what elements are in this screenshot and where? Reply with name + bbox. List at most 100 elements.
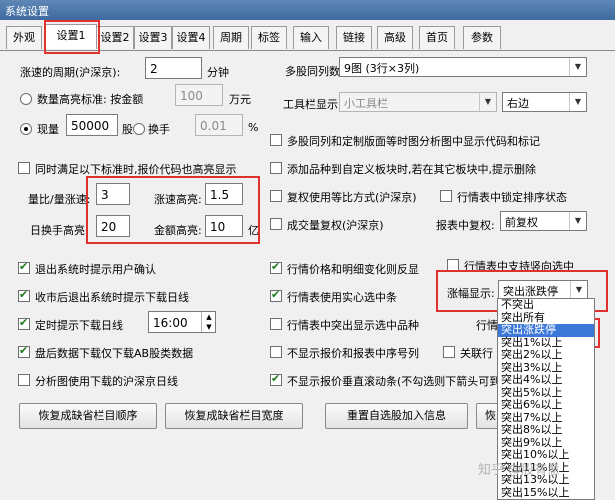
timed-download-label: 定时提示下载日线 bbox=[35, 319, 123, 332]
vertical-select-label: 行情表中支持竖向选中 bbox=[464, 260, 574, 273]
timed-download-check[interactable] bbox=[18, 316, 30, 330]
both-check-label: 同时满足以下标准时,报价代码也高亮显示 bbox=[35, 163, 237, 176]
spin-down-icon[interactable]: ▼ bbox=[201, 322, 216, 332]
exit-confirm-check[interactable] bbox=[18, 260, 30, 274]
tab-input[interactable]: 输入 bbox=[293, 26, 329, 49]
toolbar-position-select[interactable]: 右边 ▼ bbox=[502, 92, 587, 112]
volume-restore-check[interactable] bbox=[270, 218, 282, 230]
hand-radio[interactable] bbox=[20, 123, 32, 135]
dropdown-option[interactable]: 突出6%以上 bbox=[498, 398, 594, 412]
toolbar-select-value: 小工具栏 bbox=[344, 97, 388, 110]
amount-label: 金额高亮: bbox=[154, 224, 202, 237]
restore-ratio-check[interactable] bbox=[270, 190, 282, 202]
related-check[interactable] bbox=[443, 346, 455, 358]
period-label: 涨速的周期(沪深京): bbox=[20, 66, 121, 79]
hide-scroll-check[interactable] bbox=[270, 372, 282, 386]
amount-input[interactable]: 10 bbox=[205, 215, 243, 237]
period-input[interactable]: 2 bbox=[145, 57, 202, 79]
turnover-unit: % bbox=[248, 121, 259, 134]
hand-radio-label: 现量 bbox=[37, 123, 59, 136]
tab-link[interactable]: 链接 bbox=[336, 26, 372, 49]
price-color-check[interactable] bbox=[270, 260, 282, 274]
change-select-value: 突出涨跌停 bbox=[503, 285, 558, 298]
dropdown-option[interactable]: 突出2%以上 bbox=[498, 348, 594, 362]
close-download-label: 收市后退出系统时提示下载日线 bbox=[35, 291, 189, 304]
hand-input[interactable]: 50000 bbox=[66, 114, 118, 136]
chevron-down-icon: ▼ bbox=[569, 212, 586, 230]
report-restore-label: 报表中复权: bbox=[436, 219, 495, 232]
dropdown-option-selected[interactable]: 突出涨跌停 bbox=[498, 323, 594, 337]
change-select[interactable]: 突出涨跌停 ▼ bbox=[498, 280, 588, 300]
add-block-check[interactable] bbox=[270, 162, 282, 174]
period-unit: 分钟 bbox=[207, 66, 229, 79]
tab-settings1[interactable]: 设置1 bbox=[45, 24, 97, 49]
close-download-check[interactable] bbox=[18, 288, 30, 302]
timed-time-value: 16:00 bbox=[153, 316, 188, 330]
tab-advanced[interactable]: 高级 bbox=[377, 26, 413, 49]
hide-quote-check[interactable] bbox=[270, 346, 282, 358]
toolbar-position-value: 右边 bbox=[507, 97, 529, 110]
tab-period[interactable]: 周期 bbox=[213, 26, 249, 49]
dropdown-option[interactable]: 突出15%以上 bbox=[498, 486, 594, 500]
reset-watchlist-button[interactable]: 重置自选股加入信息 bbox=[325, 403, 468, 429]
volume-radio-label: 数量高亮标准: 按金额 bbox=[37, 93, 144, 106]
post-download-check[interactable] bbox=[18, 344, 30, 358]
chevron-down-icon: ▼ bbox=[569, 58, 586, 76]
tab-settings4[interactable]: 设置4 bbox=[172, 26, 210, 49]
window-title: 系统设置 bbox=[5, 5, 49, 18]
chevron-down-icon: ▼ bbox=[479, 93, 496, 111]
solid-select-label: 行情表使用实心选中条 bbox=[287, 291, 397, 304]
toolbar-label: 工具栏显示: bbox=[283, 98, 342, 111]
amount-unit: 亿 bbox=[248, 224, 259, 237]
tab-appearance[interactable]: 外观 bbox=[6, 26, 42, 49]
hand-unit: 股 bbox=[122, 123, 133, 136]
dropdown-option[interactable]: 不突出 bbox=[498, 299, 594, 312]
analysis-download-label: 分析图使用下载的沪深京日线 bbox=[35, 375, 178, 388]
both-check[interactable] bbox=[18, 162, 30, 174]
show-code-check[interactable] bbox=[270, 134, 282, 146]
chevron-down-icon: ▼ bbox=[569, 93, 586, 111]
hide-quote-label: 不显示报价和报表中序号列 bbox=[287, 347, 419, 360]
related-label: 关联行 bbox=[460, 347, 493, 360]
post-download-label: 盘后数据下载仅下载AB股类数据 bbox=[35, 347, 194, 360]
restore-ratio-label: 复权使用等比方式(沪深京) bbox=[287, 191, 417, 204]
report-restore-value: 前复权 bbox=[505, 216, 538, 229]
turnover-input[interactable]: 0.01 bbox=[195, 114, 243, 136]
tab-home[interactable]: 首页 bbox=[419, 26, 455, 49]
restore-column-order-button[interactable]: 恢复成缺省栏目顺序 bbox=[19, 403, 157, 429]
restore-column-width-button[interactable]: 恢复成缺省栏目宽度 bbox=[165, 403, 303, 429]
volume-unit: 万元 bbox=[229, 93, 251, 106]
hide-scroll-label: 不显示报价垂直滚动条(不勾选则下箭头可到下 bbox=[287, 375, 512, 388]
dropdown-option[interactable]: 突出4%以上 bbox=[498, 373, 594, 387]
ratio-label: 量比/量涨速: bbox=[28, 193, 91, 206]
dropdown-option[interactable]: 突出8%以上 bbox=[498, 423, 594, 437]
tab-label[interactable]: 标签 bbox=[251, 26, 287, 49]
price-color-label: 行情价格和明细变化则反显 bbox=[287, 263, 419, 276]
tab-params[interactable]: 参数 bbox=[463, 26, 501, 49]
report-restore-select[interactable]: 前复权 ▼ bbox=[500, 211, 587, 231]
speed-label: 涨速高亮: bbox=[154, 193, 202, 206]
turnover-radio-label: 换手 bbox=[148, 123, 170, 136]
hidden-label: 行情 bbox=[476, 319, 498, 332]
volume-radio[interactable] bbox=[20, 93, 32, 105]
hand-high-label: 日换手高亮: bbox=[30, 224, 89, 237]
highlight-select-check[interactable] bbox=[270, 318, 282, 330]
toolbar-select[interactable]: 小工具栏 ▼ bbox=[339, 92, 497, 112]
multi-select-value: 9图 (3行×3列) bbox=[344, 62, 420, 75]
ratio-input[interactable]: 3 bbox=[96, 183, 130, 205]
analysis-download-check[interactable] bbox=[18, 374, 30, 386]
multi-label: 多股同列数: bbox=[285, 65, 344, 78]
lock-sort-check[interactable] bbox=[440, 190, 452, 202]
exit-confirm-label: 退出系统时提示用户确认 bbox=[35, 263, 156, 276]
vertical-select-check[interactable] bbox=[447, 259, 459, 271]
turnover-radio[interactable] bbox=[133, 123, 145, 135]
solid-select-check[interactable] bbox=[270, 288, 282, 302]
speed-input[interactable]: 1.5 bbox=[205, 183, 243, 205]
tab-settings3[interactable]: 设置3 bbox=[134, 26, 172, 49]
hand-high-input[interactable]: 20 bbox=[96, 215, 130, 237]
multi-select[interactable]: 9图 (3行×3列) ▼ bbox=[339, 57, 587, 77]
tab-settings2[interactable]: 设置2 bbox=[96, 26, 134, 49]
spin-up-icon[interactable]: ▲ bbox=[201, 312, 216, 322]
lock-sort-label: 行情表中锁定排序状态 bbox=[457, 191, 567, 204]
volume-input[interactable]: 100 bbox=[175, 84, 223, 106]
